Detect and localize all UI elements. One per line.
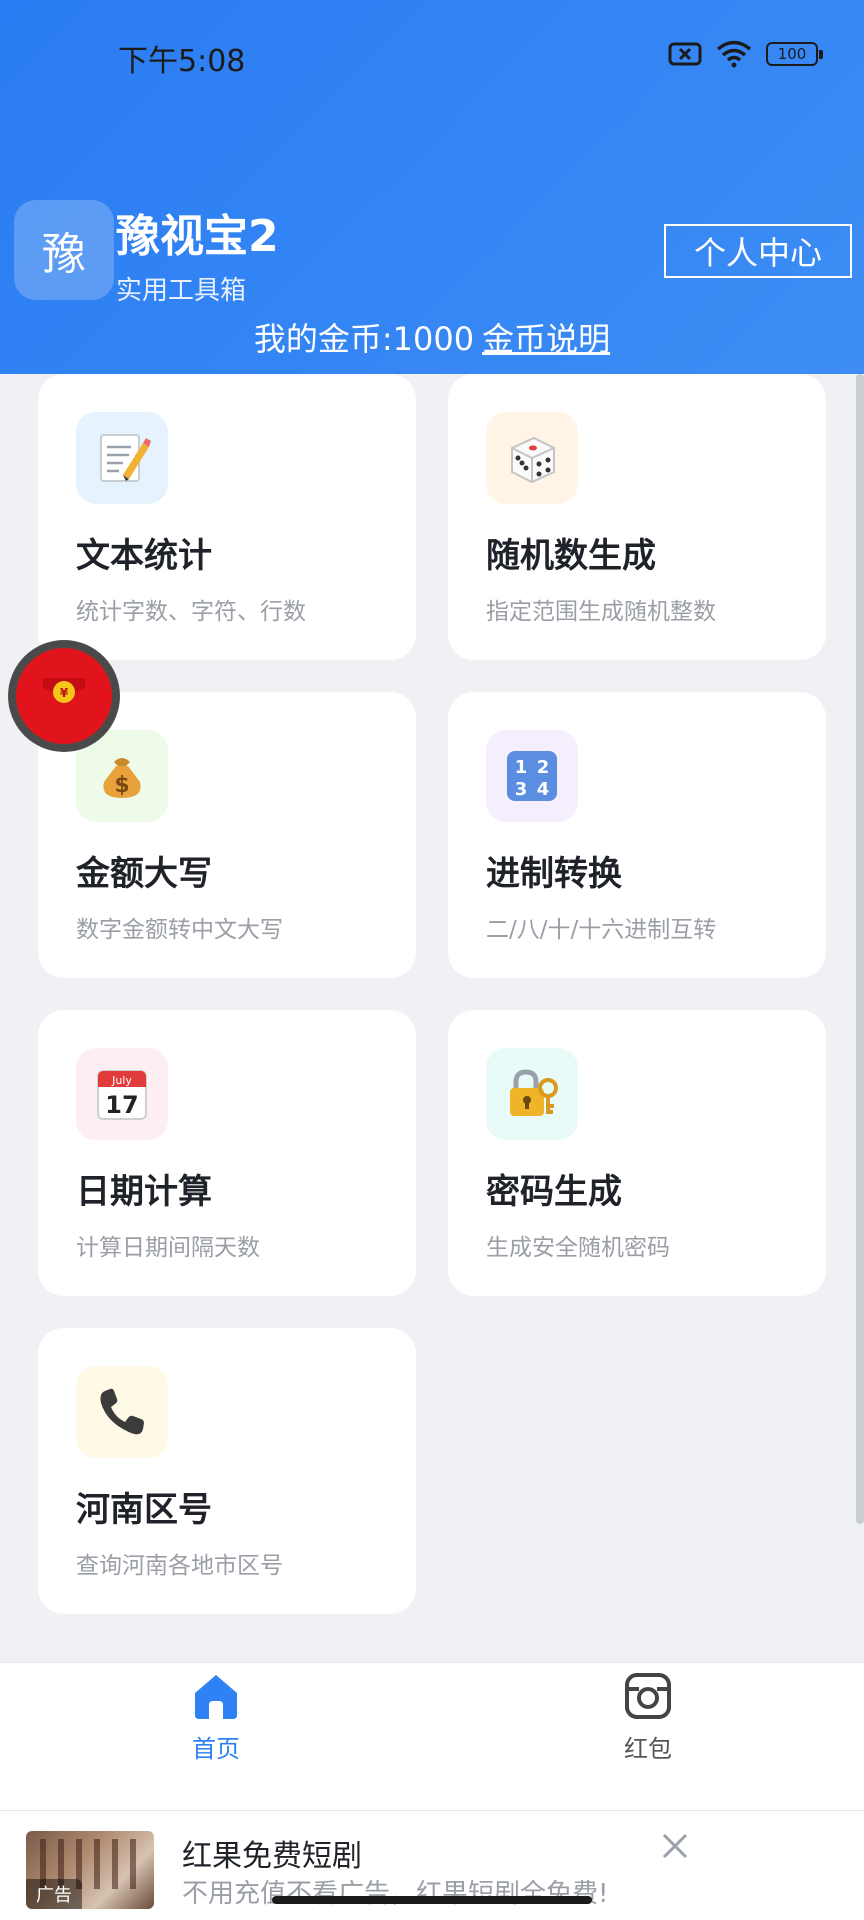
svg-text:17: 17 [105, 1091, 138, 1119]
home-icon [191, 1671, 241, 1721]
tool-card-base-conversion[interactable]: 1 2 3 4 进制转换 二/八/十/十六进制互转 [448, 692, 826, 978]
tool-desc: 指定范围生成随机整数 [486, 599, 716, 625]
battery-icon: 100 [766, 42, 823, 66]
coins-explanation-link[interactable]: 金币说明 [482, 320, 610, 358]
calendar-icon: July 17 [76, 1048, 168, 1140]
numbers-icon: 1 2 3 4 [486, 730, 578, 822]
home-indicator[interactable] [272, 1896, 592, 1904]
svg-text:1: 1 [515, 757, 528, 778]
svg-text:4: 4 [537, 779, 550, 800]
scrollbar[interactable] [856, 374, 864, 1524]
tool-card-date-calc[interactable]: July 17 日期计算 计算日期间隔天数 [38, 1010, 416, 1296]
ad-title: 红果免费短剧 [182, 1839, 362, 1874]
tool-desc: 计算日期间隔天数 [76, 1235, 260, 1261]
ad-desc: 不用充值不看广告，红果短剧全免费! [182, 1879, 609, 1909]
ad-tag: 广告 [26, 1879, 82, 1909]
nav-label-red-packet: 红包 [624, 1735, 672, 1763]
svg-text:¥: ¥ [60, 686, 69, 700]
sim-off-icon [668, 41, 702, 67]
camera-icon [623, 1671, 673, 1721]
tool-desc: 统计字数、字符、行数 [76, 599, 306, 625]
tool-card-random-number[interactable]: 随机数生成 指定范围生成随机整数 [448, 374, 826, 660]
tool-title: 密码生成 [486, 1172, 622, 1212]
bottom-nav: 首页 红包 [0, 1662, 864, 1810]
coins-balance: 我的金币:1000 [253, 320, 475, 358]
tool-title: 随机数生成 [486, 536, 656, 576]
profile-center-button[interactable]: 个人中心 [664, 224, 852, 278]
tool-desc: 查询河南各地市区号 [76, 1553, 283, 1579]
app-subtitle: 实用工具箱 [116, 276, 247, 306]
app-avatar: 豫 [14, 200, 114, 300]
header: 下午5:08 100 豫 豫视宝2 实用工具箱 个人中心 我的金币:1000 金… [0, 0, 864, 374]
coins-row: 我的金币:1000 金币说明 [0, 314, 864, 360]
tool-card-henan-area-code[interactable]: 河南区号 查询河南各地市区号 [38, 1328, 416, 1614]
status-time: 下午5:08 [118, 44, 246, 79]
dice-icon [486, 412, 578, 504]
svg-text:July: July [111, 1074, 132, 1087]
svg-text:$: $ [114, 773, 129, 798]
tool-title: 日期计算 [76, 1172, 212, 1212]
memo-icon [76, 412, 168, 504]
tool-desc: 二/八/十/十六进制互转 [486, 917, 717, 943]
tool-title: 文本统计 [76, 536, 212, 576]
floating-red-packet-button[interactable]: ¥ [8, 640, 120, 752]
app-name: 豫视宝2 [116, 211, 279, 262]
nav-item-home[interactable]: 首页 [116, 1663, 316, 1811]
tool-title: 金额大写 [76, 854, 212, 894]
nav-label-home: 首页 [192, 1735, 240, 1763]
tool-title: 进制转换 [486, 854, 622, 894]
phone-icon [76, 1366, 168, 1458]
nav-item-red-packet[interactable]: 红包 [548, 1663, 748, 1811]
close-icon[interactable] [660, 1831, 690, 1861]
ad-thumbnail: 广告 [26, 1831, 154, 1909]
wifi-icon [716, 40, 752, 68]
status-icons: 100 [668, 40, 823, 68]
tool-desc: 数字金额转中文大写 [76, 917, 283, 943]
svg-text:3: 3 [515, 779, 528, 800]
tool-card-password-gen[interactable]: 密码生成 生成安全随机密码 [448, 1010, 826, 1296]
svg-text:2: 2 [537, 757, 550, 778]
tool-desc: 生成安全随机密码 [486, 1235, 670, 1261]
red-packet-icon: ¥ [16, 648, 112, 744]
tool-card-text-stats[interactable]: 文本统计 统计字数、字符、行数 [38, 374, 416, 660]
app-screen: 下午5:08 100 豫 豫视宝2 实用工具箱 个人中心 我的金币:1000 金… [0, 0, 864, 1920]
lock-key-icon [486, 1048, 578, 1140]
tool-title: 河南区号 [76, 1490, 212, 1530]
